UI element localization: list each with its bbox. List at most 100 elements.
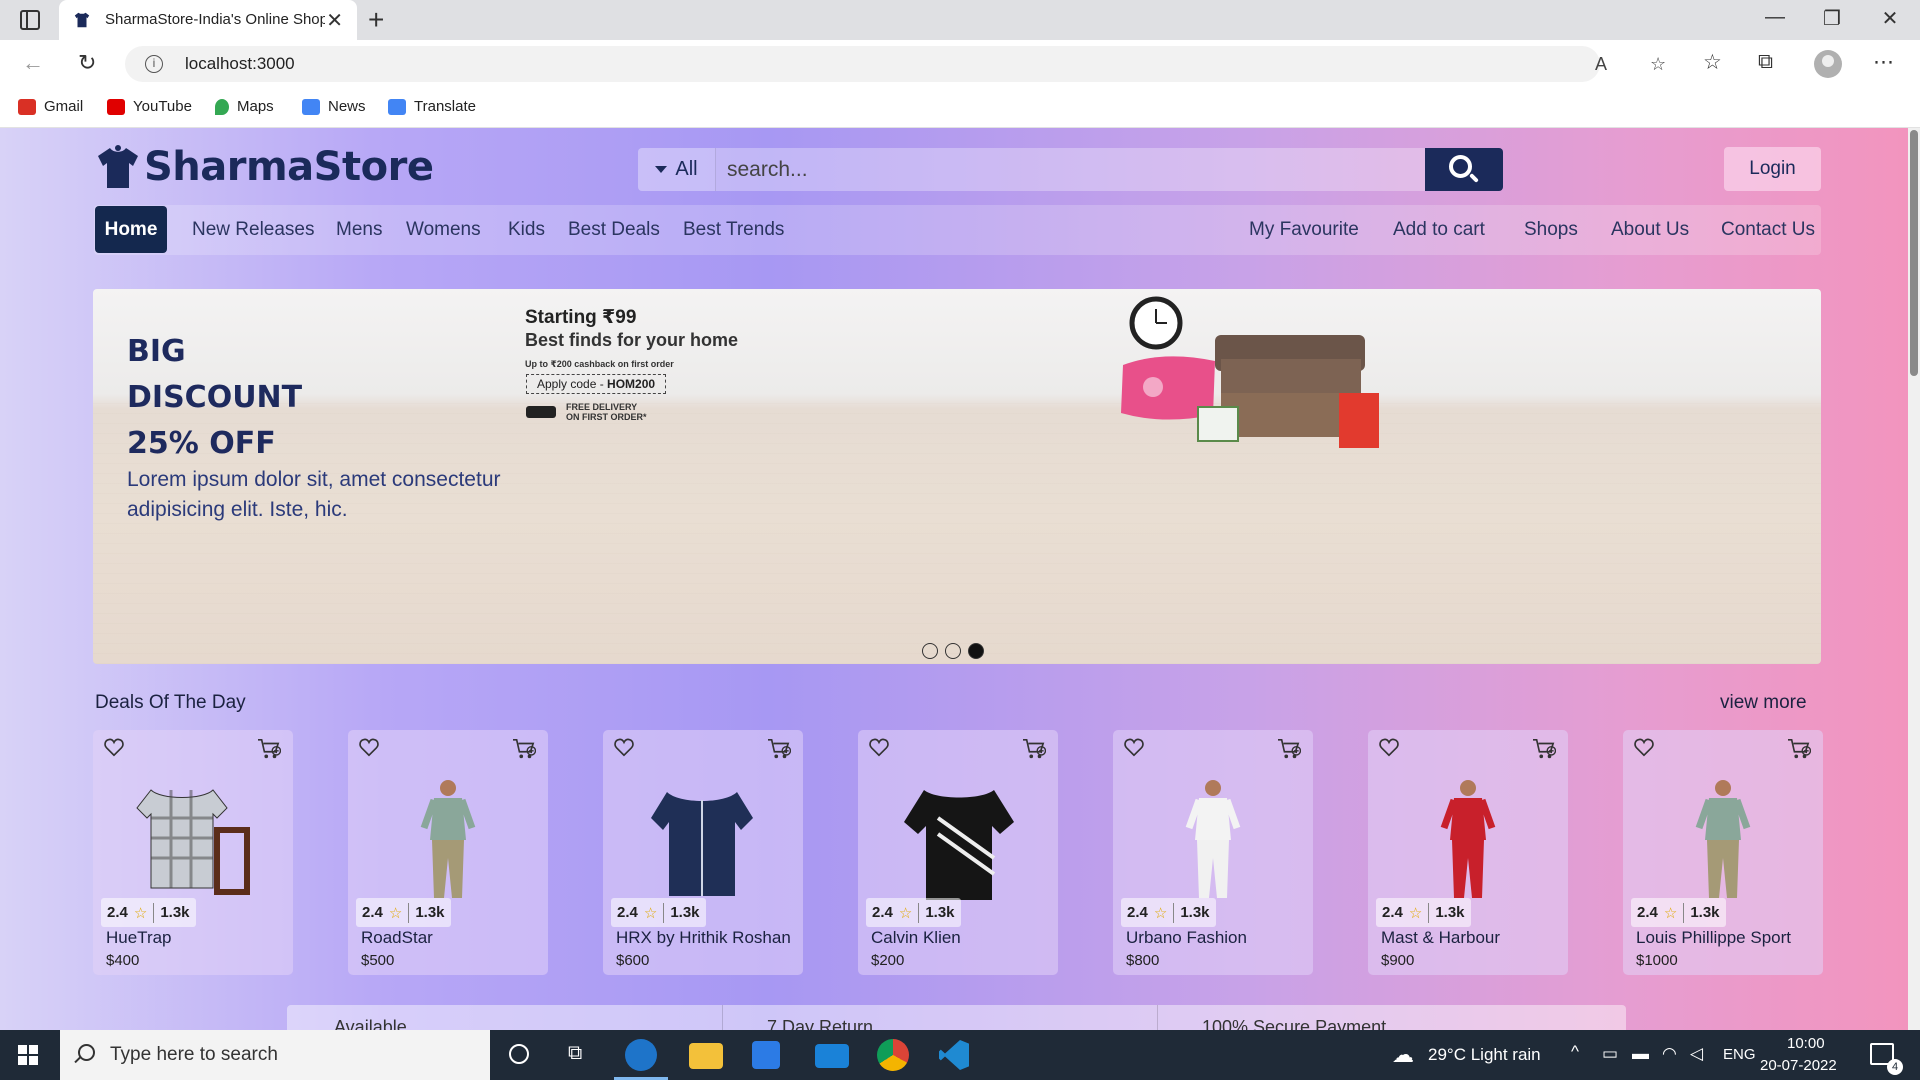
add-to-cart-icon[interactable] [1787, 738, 1811, 760]
nav-mens[interactable]: Mens [336, 219, 382, 241]
collections-icon[interactable]: ⧉ [1758, 50, 1773, 74]
clock-time[interactable]: 10:00 [1787, 1035, 1825, 1052]
bookmark-gmail[interactable]: Gmail [18, 98, 83, 115]
read-aloud-icon[interactable]: A [1595, 54, 1607, 75]
bookmark-youtube[interactable]: YouTube [107, 98, 192, 115]
nav-best-trends[interactable]: Best Trends [683, 219, 784, 241]
bookmark-maps[interactable]: Maps [215, 98, 274, 115]
cortana-icon[interactable] [509, 1044, 529, 1064]
hero-banner[interactable]: BIG DISCOUNT 25% OFF Lorem ipsum dolor s… [93, 289, 1821, 664]
add-to-cart-icon[interactable] [257, 738, 281, 760]
taskbar-search[interactable]: Type here to search [60, 1030, 490, 1080]
product-name[interactable]: Calvin Klien [871, 928, 961, 948]
view-more-link[interactable]: view more [1720, 692, 1807, 714]
product-name[interactable]: HRX by Hrithik Roshan [616, 928, 791, 948]
back-icon[interactable]: ← [22, 50, 44, 76]
favorite-heart-icon[interactable] [1378, 736, 1400, 758]
minimize-icon[interactable]: — [1755, 6, 1795, 29]
favorite-heart-icon[interactable] [358, 736, 380, 758]
favorite-heart-icon[interactable] [1123, 736, 1145, 758]
bookmark-news[interactable]: News [302, 98, 366, 115]
scrollbar-thumb[interactable] [1910, 130, 1918, 376]
volume-icon[interactable]: ◁ [1690, 1044, 1703, 1064]
chrome-icon[interactable] [877, 1039, 909, 1071]
site-info-icon[interactable]: i [145, 55, 163, 73]
battery-icon[interactable]: ▬ [1632, 1044, 1649, 1064]
product-name[interactable]: Mast & Harbour [1381, 928, 1500, 948]
page-scrollbar[interactable] [1908, 128, 1920, 1030]
product-name[interactable]: RoadStar [361, 928, 433, 948]
windows-start-icon[interactable] [18, 1045, 38, 1065]
microsoft-store-icon[interactable] [752, 1041, 780, 1069]
add-to-cart-icon[interactable] [1532, 738, 1556, 760]
favorite-heart-icon[interactable] [1633, 736, 1655, 758]
wifi-icon[interactable]: ◠ [1662, 1044, 1677, 1064]
product-card[interactable]: 2.4 ☆ 1.3k Calvin Klien $200 [858, 730, 1058, 975]
search-category-dropdown[interactable]: All [638, 148, 716, 191]
vscode-icon[interactable] [939, 1040, 969, 1070]
url-text[interactable]: localhost:3000 [185, 54, 295, 74]
store-logo[interactable]: SharmaStore [96, 144, 434, 190]
product-card[interactable]: 2.4 ☆ 1.3k Louis Phillippe Sport $1000 [1623, 730, 1823, 975]
banner-heading-line: DISCOUNT [127, 380, 303, 415]
nav-new-releases[interactable]: New Releases [192, 219, 315, 241]
favorite-heart-icon[interactable] [613, 736, 635, 758]
add-to-cart-icon[interactable] [1022, 738, 1046, 760]
maximize-icon[interactable]: ❐ [1812, 6, 1852, 31]
task-view-icon[interactable]: ⧉ [568, 1042, 582, 1065]
product-card[interactable]: 2.4 ☆ 1.3k Urbano Fashion $800 [1113, 730, 1313, 975]
favorite-heart-icon[interactable] [103, 736, 125, 758]
carousel-dot[interactable] [945, 643, 961, 659]
product-image [1695, 780, 1751, 898]
nav-home[interactable]: Home [95, 206, 167, 253]
carousel-dot[interactable] [922, 643, 938, 659]
add-to-cart-icon[interactable] [1277, 738, 1301, 760]
refresh-icon[interactable]: ↻ [78, 50, 96, 76]
product-name[interactable]: HueTrap [106, 928, 172, 948]
product-price: $200 [871, 952, 905, 969]
search-button[interactable] [1425, 148, 1503, 191]
file-explorer-icon[interactable] [689, 1043, 723, 1069]
nav-shops[interactable]: Shops [1524, 219, 1578, 241]
device-icon[interactable]: ▭ [1602, 1044, 1618, 1064]
more-menu-icon[interactable]: ⋯ [1873, 50, 1894, 75]
add-favorite-icon[interactable]: ☆ [1650, 54, 1666, 75]
add-to-cart-icon[interactable] [767, 738, 791, 760]
product-card[interactable]: 2.4 ☆ 1.3k HueTrap $400 [93, 730, 293, 975]
browser-tab[interactable]: SharmaStore-India's Online Shop ✕ [59, 0, 357, 40]
search-input[interactable] [716, 148, 1425, 191]
favorite-heart-icon[interactable] [868, 736, 890, 758]
bookmark-translate[interactable]: Translate [388, 98, 476, 115]
edge-icon[interactable] [625, 1039, 657, 1071]
weather-text[interactable]: 29°C Light rain [1428, 1045, 1541, 1065]
tab-actions-icon[interactable] [20, 10, 40, 30]
clock-date[interactable]: 20-07-2022 [1760, 1057, 1837, 1074]
show-hidden-icons-icon[interactable]: ^ [1571, 1042, 1579, 1062]
product-card[interactable]: 2.4 ☆ 1.3k RoadStar $500 [348, 730, 548, 975]
url-field[interactable]: i localhost:3000 A ☆ [125, 46, 1666, 82]
nav-womens[interactable]: Womens [406, 219, 481, 241]
mail-icon[interactable] [815, 1044, 849, 1068]
product-card[interactable]: 2.4 ☆ 1.3k Mast & Harbour $900 [1368, 730, 1568, 975]
login-button[interactable]: Login [1724, 147, 1821, 191]
nav-best-deals[interactable]: Best Deals [568, 219, 660, 241]
product-card[interactable]: 2.4 ☆ 1.3k HRX by Hrithik Roshan $600 [603, 730, 803, 975]
close-tab-icon[interactable]: ✕ [326, 8, 343, 33]
product-name[interactable]: Urbano Fashion [1126, 928, 1247, 948]
profile-avatar[interactable] [1814, 50, 1842, 78]
nav-add-to-cart[interactable]: Add to cart [1393, 219, 1485, 241]
nav-kids[interactable]: Kids [508, 219, 545, 241]
close-window-icon[interactable]: ✕ [1870, 6, 1910, 31]
carousel-dot-active[interactable] [968, 643, 984, 659]
add-to-cart-icon[interactable] [512, 738, 536, 760]
product-name[interactable]: Louis Phillippe Sport [1636, 928, 1791, 948]
favorites-icon[interactable]: ☆ [1703, 50, 1722, 75]
weather-cloud-icon[interactable]: ☁ [1392, 1042, 1414, 1068]
product-price: $500 [361, 952, 395, 969]
nav-my-favourite[interactable]: My Favourite [1249, 219, 1359, 241]
product-price: $900 [1381, 952, 1415, 969]
language-indicator[interactable]: ENG [1723, 1046, 1756, 1063]
new-tab-icon[interactable]: + [368, 4, 384, 36]
nav-contact-us[interactable]: Contact Us [1721, 219, 1815, 241]
nav-about-us[interactable]: About Us [1611, 219, 1689, 241]
